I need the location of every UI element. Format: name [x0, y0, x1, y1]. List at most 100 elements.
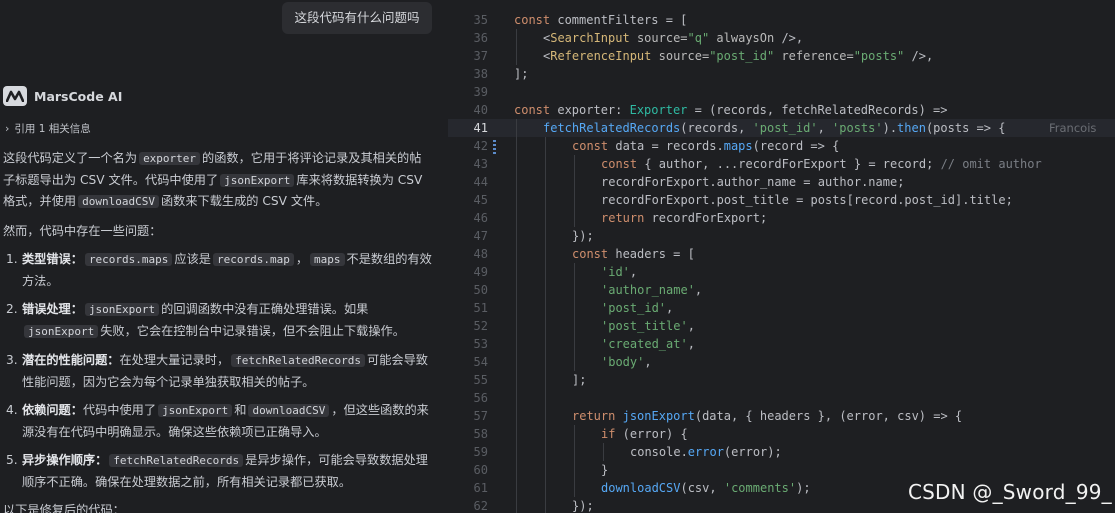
- inline-code: exporter: [139, 152, 201, 165]
- code-text: <ReferenceInput source="post_id" referen…: [543, 47, 933, 65]
- code-text: }: [601, 461, 608, 479]
- code-text: downloadCSV(csv, 'comments');: [601, 479, 811, 497]
- inline-code: maps: [310, 253, 345, 266]
- indent-guide: [516, 335, 517, 353]
- inline-code: fetchRelatedRecords: [109, 454, 244, 467]
- token: ];: [514, 67, 529, 81]
- text: 这段代码定义了一个名为: [3, 151, 138, 165]
- indent-guide: [516, 155, 517, 173]
- token: reference=: [774, 49, 854, 63]
- text: 失败，它会在控制台中记录错误，但不会阻止下载操作。: [100, 323, 405, 338]
- code-line: 35 const commentFilters = [: [448, 11, 1115, 29]
- line-number: 54: [473, 355, 488, 369]
- line-number: 60: [473, 463, 488, 477]
- code-text: });: [572, 497, 594, 513]
- line-number: 45: [473, 193, 488, 207]
- token: (record => {: [752, 139, 840, 153]
- line-number: 35: [473, 13, 488, 27]
- code-line: 44 recordForExport.author_name = author.n…: [448, 173, 1115, 191]
- line-number: 36: [473, 31, 488, 45]
- indent-guide: [516, 281, 517, 299]
- code-text: 'id',: [601, 263, 637, 281]
- code-text: const { author, ...recordForExport } = r…: [601, 155, 1042, 173]
- code-line: 43 const { author, ...recordForExport } =…: [448, 155, 1115, 173]
- text: 函数来下载生成的 CSV 文件。: [160, 194, 328, 208]
- code-text: 'author_name',: [601, 281, 702, 299]
- ai-assistant-name: MarsCode AI: [34, 88, 123, 104]
- code-line: 40 const exporter: Exporter = (records, f…: [448, 101, 1115, 119]
- indent-guide: [574, 443, 575, 461]
- issue-title: 依赖问题：: [22, 403, 83, 417]
- token: commentFilters = [: [550, 13, 688, 27]
- indent-guide: [516, 479, 517, 497]
- token: (records,: [680, 121, 753, 135]
- token: error: [687, 445, 724, 459]
- token: "post_id": [709, 49, 775, 63]
- code-text: });: [572, 227, 594, 245]
- indent-guide: [516, 443, 517, 461]
- indent-guide: [574, 479, 575, 497]
- issues-list: 1. 类型错误： records.maps 应该是 records.map， maps 不…: [3, 249, 433, 492]
- token: data = records.: [608, 139, 724, 153]
- token: />,: [781, 31, 804, 45]
- line-number: 44: [473, 175, 488, 189]
- token: const: [514, 13, 551, 27]
- indent-guide: [574, 335, 575, 353]
- code-text: const headers = [: [572, 245, 695, 263]
- indent-guide: [545, 281, 546, 299]
- line-number: 59: [473, 445, 488, 459]
- indent-guide: [545, 443, 546, 461]
- line-number: 57: [473, 409, 488, 423]
- token: return: [601, 211, 645, 225]
- indent-guide: [545, 317, 546, 335]
- line-number: 61: [473, 481, 488, 495]
- inline-code: downloadCSV: [78, 195, 159, 208]
- line-number: 62: [473, 499, 488, 513]
- token: (error) {: [615, 427, 688, 441]
- inline-code: jsonExport: [158, 404, 233, 417]
- token: exporter:: [550, 103, 630, 117]
- token: (csv,: [680, 481, 724, 495]
- indent-guide: [516, 497, 517, 513]
- indent-guide: [574, 191, 575, 209]
- line-number: 41: [473, 121, 488, 135]
- list-item: 1. 类型错误： records.maps 应该是 records.map， maps 不…: [3, 249, 433, 291]
- references-toggle[interactable]: › 引用 1 相关信息: [5, 120, 91, 136]
- issues-intro: 然而，代码中存在一些问题：: [3, 223, 162, 238]
- indent-guide: [545, 227, 546, 245]
- token: ReferenceInput: [550, 49, 652, 63]
- inline-code: jsonExport: [24, 324, 99, 338]
- token: "q": [687, 31, 710, 45]
- line-number: 43: [473, 157, 488, 171]
- ai-response: 这段代码定义了一个名为 exporter 的函数，它用于将评论记录及其相关的帖子标题…: [3, 148, 433, 513]
- indent-guide: [516, 173, 517, 191]
- code-text: const exporter: Exporter = (records, fet…: [514, 101, 948, 119]
- csdn-watermark: CSDN @_Sword_99_: [908, 480, 1112, 504]
- line-number: 47: [473, 229, 488, 243]
- token: recordForExport.post_title = posts[recor…: [601, 193, 1013, 207]
- token: maps: [723, 139, 753, 153]
- indent-guide: [603, 443, 604, 461]
- token: 'id': [601, 265, 630, 279]
- code-text: <SearchInput source="q" alwaysOn />,: [543, 29, 803, 47]
- code-text: if (error) {: [601, 425, 688, 443]
- token: console.: [630, 445, 688, 459]
- inline-code: records.maps: [84, 253, 173, 266]
- indent-guide: [574, 173, 575, 191]
- code-editor[interactable]: 35 const commentFilters = [ 36 <SearchInpu…: [448, 0, 1115, 513]
- token: (posts => {: [925, 121, 1006, 135]
- token: const: [514, 103, 551, 117]
- indent-guide: [516, 371, 517, 389]
- token: 'post_id': [601, 301, 667, 315]
- indent-guide: [545, 371, 546, 389]
- line-number: 48: [473, 247, 488, 261]
- indent-guide: [545, 245, 546, 263]
- indent-guide: [545, 407, 546, 425]
- text: 的回调函数中没有正确处理错误。如果: [161, 302, 369, 316]
- line-number: 49: [473, 265, 488, 279]
- token: ).: [882, 121, 898, 135]
- indent-guide: [545, 335, 546, 353]
- indent-guide: [574, 299, 575, 317]
- token: ,: [687, 319, 695, 333]
- list-number: 3.: [6, 353, 18, 367]
